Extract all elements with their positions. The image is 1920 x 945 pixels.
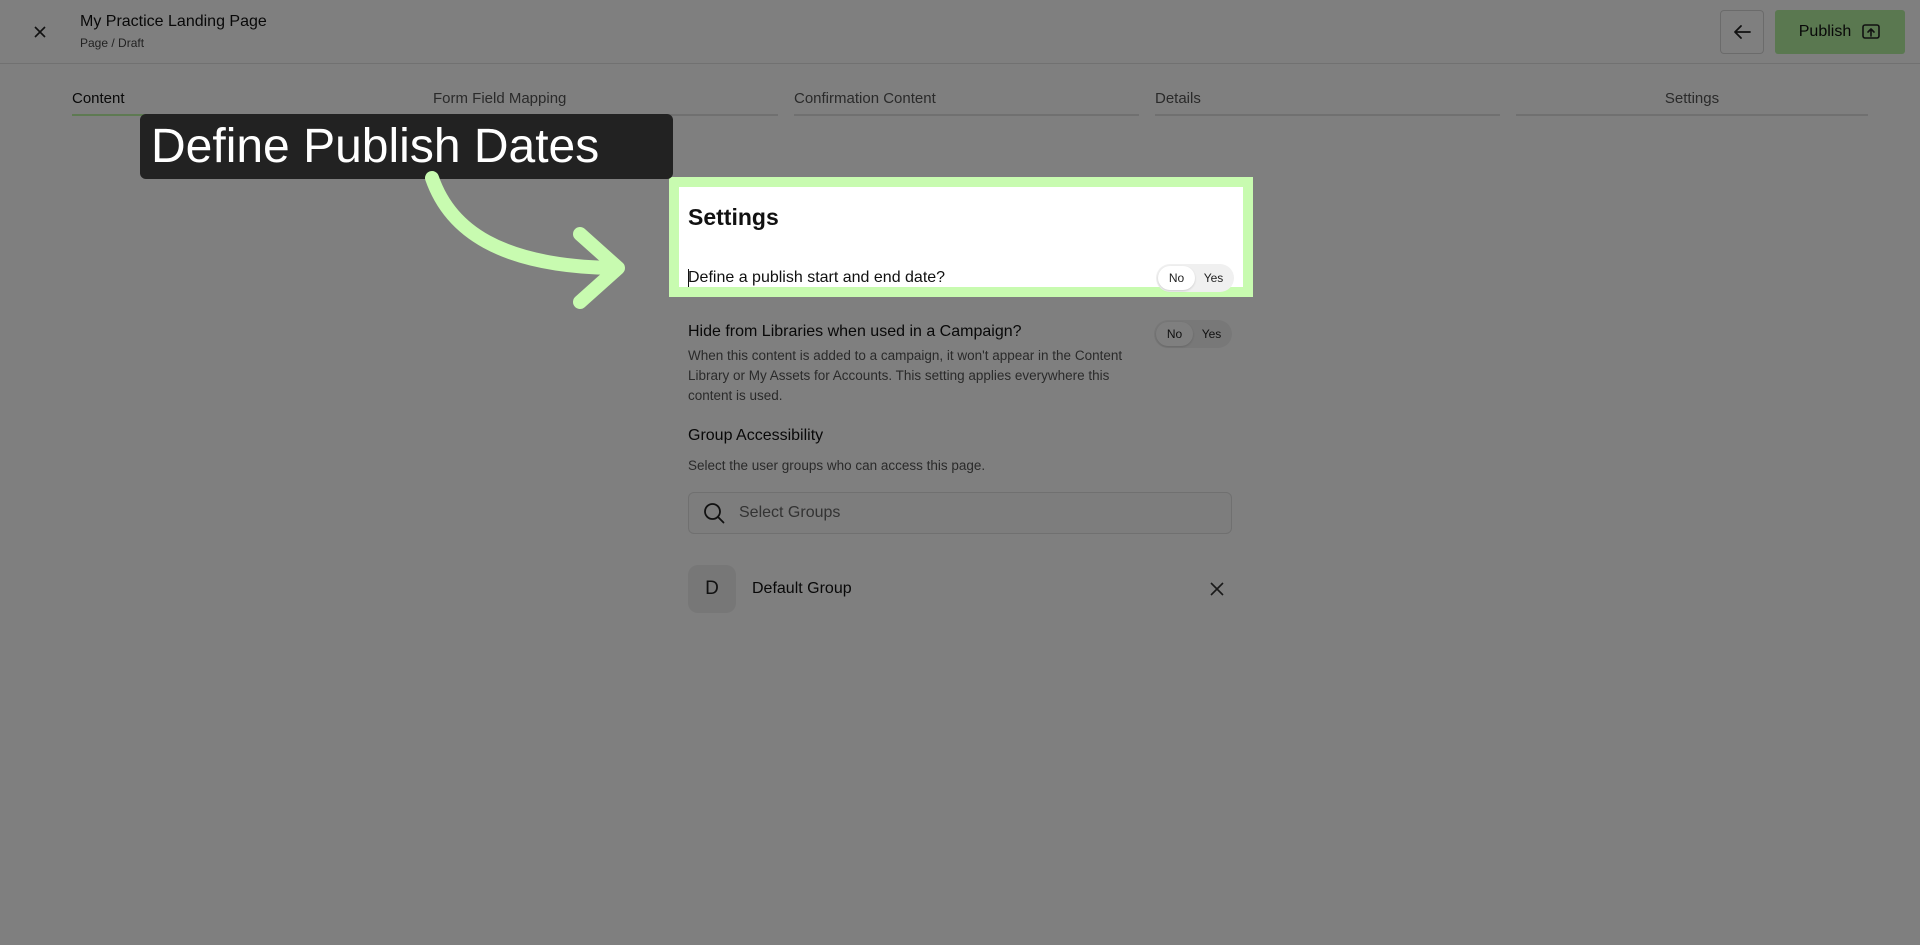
publish-dates-toggle[interactable]: No Yes (1156, 264, 1234, 292)
remove-group-button[interactable] (1204, 576, 1230, 602)
hide-libraries-label: Hide from Libraries when used in a Campa… (688, 323, 1022, 340)
toggle-yes[interactable]: Yes (1193, 322, 1230, 346)
publish-button[interactable]: Publish (1775, 10, 1905, 54)
tab-details[interactable]: Details (1155, 90, 1500, 116)
group-search-input[interactable] (737, 503, 1181, 523)
hide-libraries-row: Hide from Libraries when used in a Campa… (688, 320, 1232, 414)
arrow-left-icon (1734, 25, 1751, 39)
tab-confirmation-content[interactable]: Confirmation Content (794, 90, 1139, 116)
settings-title: Settings (688, 204, 779, 230)
close-icon (34, 26, 46, 38)
group-name: Default Group (752, 580, 852, 597)
publish-icon (1862, 24, 1881, 39)
hide-libraries-toggle[interactable]: No Yes (1154, 320, 1232, 348)
tab-form-field-mapping[interactable]: Form Field Mapping (433, 90, 778, 116)
publish-label: Publish (1798, 23, 1852, 40)
text-caret (688, 269, 689, 287)
back-button[interactable] (1720, 10, 1764, 54)
toggle-no[interactable]: No (1158, 266, 1195, 290)
page-breadcrumb: Page / Draft (80, 36, 145, 50)
group-accessibility-title: Group Accessibility (688, 427, 824, 444)
annotation-arrow-icon (425, 171, 625, 309)
page-title: My Practice Landing Page (80, 13, 267, 30)
tab-settings[interactable]: Settings (1516, 90, 1868, 116)
toggle-yes[interactable]: Yes (1195, 266, 1232, 290)
group-accessibility-description: Select the user groups who can access th… (688, 458, 986, 473)
top-bar: My Practice Landing Page Page / Draft Pu… (0, 0, 1920, 64)
highlight-box: Settings Define a publish start and end … (669, 177, 1253, 297)
close-icon (1210, 582, 1224, 596)
group-list-item: D Default Group (688, 564, 1232, 614)
group-search[interactable] (688, 492, 1232, 534)
toggle-no[interactable]: No (1156, 322, 1193, 346)
group-avatar: D (688, 565, 736, 613)
hide-libraries-description: When this content is added to a campaign… (688, 348, 1123, 403)
close-button[interactable] (24, 18, 56, 46)
search-icon (704, 503, 725, 524)
title-block: My Practice Landing Page Page / Draft (80, 12, 267, 50)
tab-content[interactable]: Content (72, 90, 417, 116)
publish-dates-label: Define a publish start and end date? (688, 269, 946, 286)
